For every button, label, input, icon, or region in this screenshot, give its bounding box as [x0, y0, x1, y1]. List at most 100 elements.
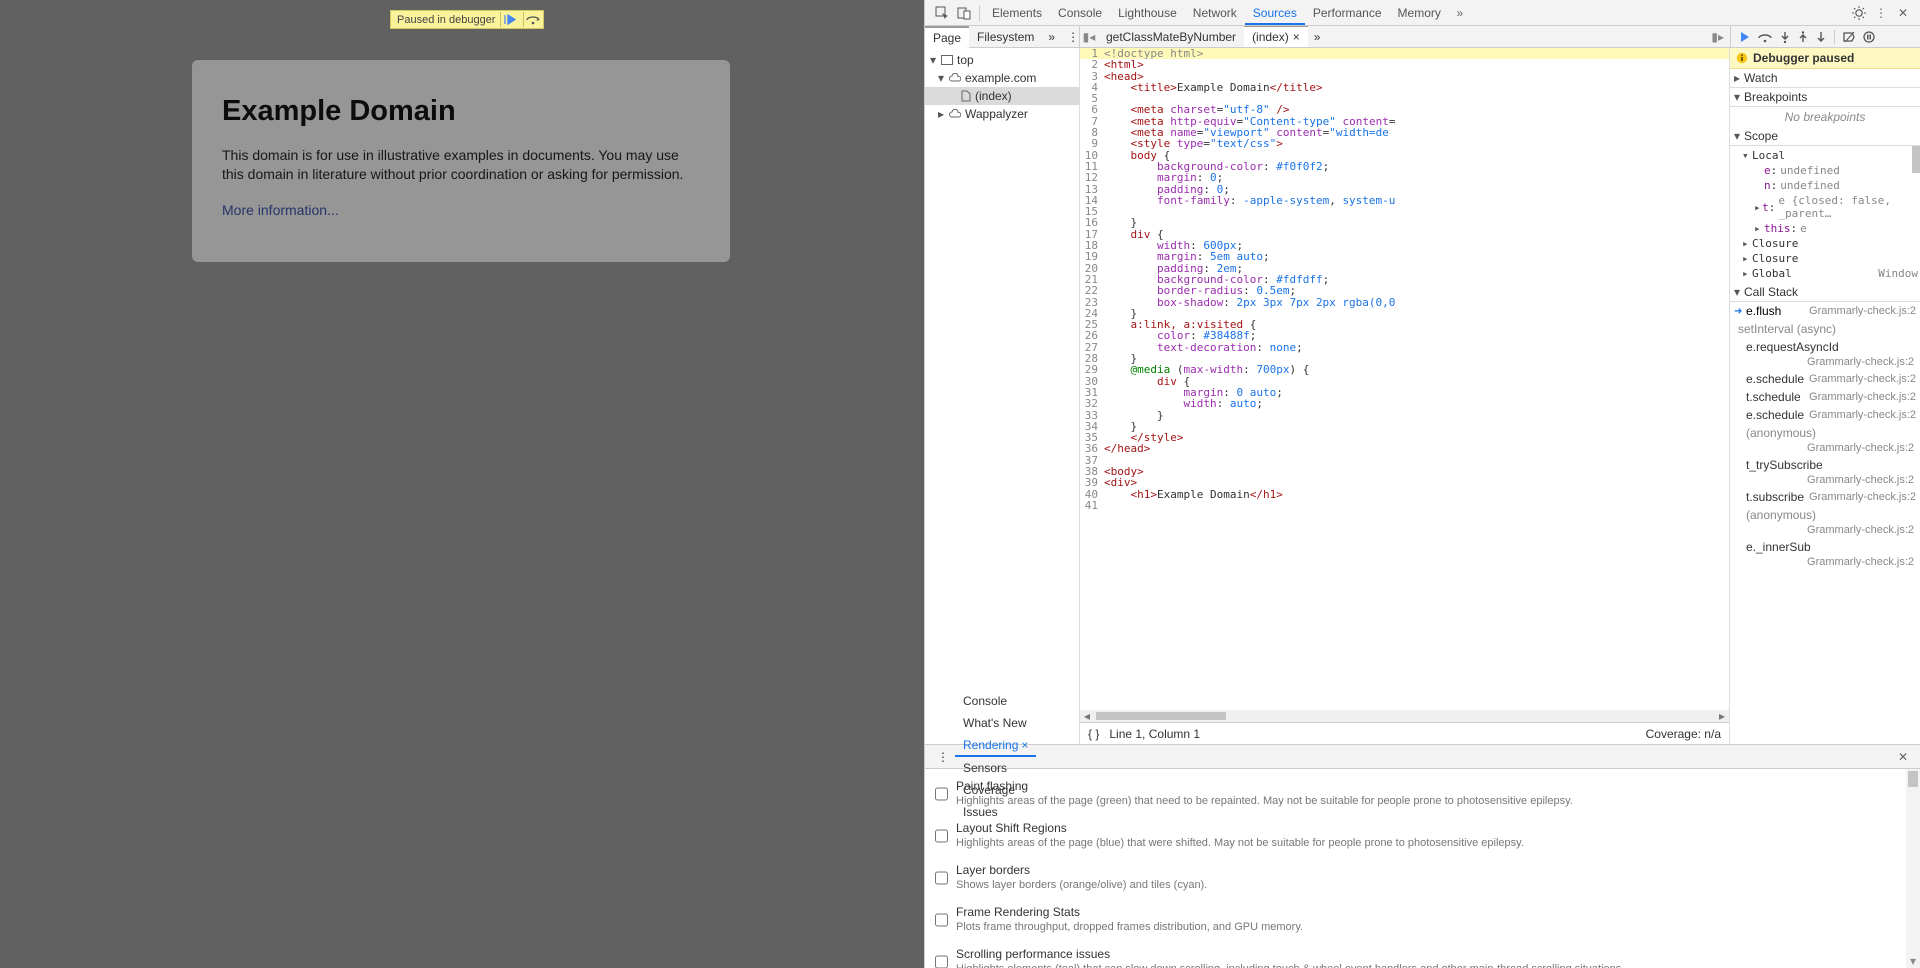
code-line[interactable]: 37 [1080, 455, 1729, 466]
callstack-section[interactable]: Call Stack [1730, 283, 1920, 302]
tree-top[interactable]: ▾top [925, 51, 1079, 69]
pretty-print-icon[interactable]: { } [1088, 727, 1099, 741]
device-toggle-icon[interactable] [953, 6, 975, 20]
navigator-tab-filesystem[interactable]: Filesystem [969, 27, 1042, 47]
paused-label: Paused in debugger [397, 14, 495, 26]
pause-on-exceptions-icon[interactable] [1863, 31, 1875, 43]
code-line[interactable]: 14 font-family: -apple-system, system-u [1080, 195, 1729, 206]
callstack-frame[interactable]: (anonymous) [1730, 506, 1920, 524]
code-line[interactable]: 36</head> [1080, 443, 1729, 454]
toggle-debugger-icon[interactable]: ▮▸ [1705, 30, 1730, 44]
inspect-icon[interactable] [931, 6, 953, 20]
close-drawer-tab-icon[interactable]: × [1021, 738, 1028, 752]
rendering-option: Layout Shift RegionsHighlights areas of … [935, 817, 1910, 859]
close-tab-icon[interactable]: × [1293, 30, 1300, 44]
open-file-tab-1[interactable]: (index)× [1244, 26, 1308, 47]
watch-section[interactable]: Watch [1730, 69, 1920, 88]
step-over-icon[interactable] [523, 12, 541, 27]
top-tab-performance[interactable]: Performance [1305, 1, 1390, 25]
rendering-option-title: Frame Rendering Stats [956, 905, 1303, 919]
drawer-close-icon[interactable]: ✕ [1892, 750, 1914, 764]
callstack-frame[interactable]: t.subscribeGrammarly-check.js:2 [1730, 488, 1920, 506]
sources-body: ▾top ▾example.com (index) ▸Wappalyzer 1<… [925, 48, 1920, 744]
code-line[interactable]: 33 } [1080, 410, 1729, 421]
scope-closure-1[interactable]: Closure [1742, 236, 1918, 251]
code-line[interactable]: 4 <title>Example Domain</title> [1080, 82, 1729, 93]
kebab-menu-icon[interactable]: ⋮ [1870, 6, 1892, 20]
top-tab-lighthouse[interactable]: Lighthouse [1110, 1, 1185, 25]
rendering-checkbox[interactable] [935, 949, 948, 968]
rendering-checkbox[interactable] [935, 823, 948, 849]
callstack-frame[interactable]: e.scheduleGrammarly-check.js:2 [1730, 370, 1920, 388]
code-line[interactable]: 1<!doctype html> [1080, 48, 1729, 59]
code-line[interactable]: 32 width: auto; [1080, 398, 1729, 409]
callstack-frame[interactable]: e._innerSub [1730, 538, 1920, 556]
top-tab-console[interactable]: Console [1050, 1, 1110, 25]
drawer-tab-rendering[interactable]: Rendering× [955, 734, 1036, 757]
callstack-frame[interactable]: e.requestAsyncId [1730, 338, 1920, 356]
code-scroll[interactable]: 1<!doctype html>2<html>3<head>4 <title>E… [1080, 48, 1729, 710]
scope-local[interactable]: ▾Local [1742, 148, 1918, 163]
scope-var[interactable]: t: e {closed: false, _parent… [1754, 193, 1918, 221]
code-line[interactable]: 9 <style type="text/css"> [1080, 138, 1729, 149]
callstack-frame[interactable]: (anonymous) [1730, 424, 1920, 442]
rendering-checkbox[interactable] [935, 865, 948, 891]
code-line[interactable]: 2<html> [1080, 59, 1729, 70]
step-over-button-icon[interactable] [1758, 31, 1772, 43]
resume-icon[interactable] [500, 12, 518, 27]
rendering-checkbox[interactable] [935, 781, 948, 807]
callstack-frame[interactable]: t_trySubscribe [1730, 456, 1920, 474]
code-horizontal-scrollbar[interactable]: ◂▸ [1080, 710, 1729, 722]
rendering-option-desc: Plots frame throughput, dropped frames d… [956, 921, 1303, 933]
scope-var[interactable]: this: e [1754, 221, 1918, 236]
callstack-frame[interactable]: e.scheduleGrammarly-check.js:2 [1730, 406, 1920, 424]
code-status-bar: { } Line 1, Column 1 Coverage: n/a [1080, 722, 1729, 744]
open-file-more-icon[interactable]: » [1308, 30, 1327, 44]
callstack-frame[interactable]: ➜e.flushGrammarly-check.js:2 [1730, 302, 1920, 320]
settings-icon[interactable] [1848, 6, 1870, 20]
cloud-icon [949, 109, 961, 119]
deactivate-breakpoints-icon[interactable] [1843, 31, 1855, 43]
scope-section[interactable]: Scope [1730, 127, 1920, 146]
step-out-icon[interactable] [1798, 31, 1808, 43]
drawer-tab-what-s-new[interactable]: What's New [955, 712, 1036, 734]
scope-var[interactable]: e: undefined [1754, 163, 1918, 178]
code-line[interactable]: 29 @media (max-width: 700px) { [1080, 364, 1729, 375]
code-line[interactable]: 41 [1080, 500, 1729, 511]
code-line[interactable]: 23 box-shadow: 2px 3px 7px 2px rgba(0,0 [1080, 297, 1729, 308]
page-more-link[interactable]: More information... [222, 202, 339, 218]
drawer-vertical-scrollbar[interactable]: ▴▾ [1906, 769, 1920, 968]
code-line[interactable]: 38<body> [1080, 466, 1729, 477]
debugger-sidebar: Debugger paused Watch Breakpoints No bre… [1730, 48, 1920, 744]
close-devtools-icon[interactable]: ✕ [1892, 6, 1914, 20]
toggle-navigator-icon[interactable]: ▮◂ [1080, 30, 1098, 44]
open-file-tab-0[interactable]: getClassMateByNumber [1098, 27, 1244, 47]
rendering-checkbox[interactable] [935, 907, 948, 933]
drawer-tab-console[interactable]: Console [955, 690, 1036, 712]
resume-button-icon[interactable] [1737, 31, 1750, 43]
code-line[interactable]: 15 [1080, 206, 1729, 217]
more-tabs-icon[interactable]: » [1449, 6, 1471, 20]
code-line[interactable]: 40 <h1>Example Domain</h1> [1080, 489, 1729, 500]
scope-closure-2[interactable]: Closure [1742, 251, 1918, 266]
top-tab-sources[interactable]: Sources [1245, 1, 1305, 25]
step-icon[interactable] [1816, 31, 1826, 43]
top-tab-network[interactable]: Network [1185, 1, 1245, 25]
code-line[interactable]: 39<div> [1080, 477, 1729, 488]
navigator-more-icon[interactable]: » [1042, 30, 1061, 44]
code-line[interactable]: 27 text-decoration: none; [1080, 342, 1729, 353]
navigator-tab-page[interactable]: Page [925, 26, 969, 48]
code-line[interactable]: 16 } [1080, 217, 1729, 228]
top-tab-elements[interactable]: Elements [984, 1, 1050, 25]
tree-file-index[interactable]: (index) [925, 87, 1079, 105]
top-tab-memory[interactable]: Memory [1390, 1, 1449, 25]
scope-var[interactable]: n: undefined [1754, 178, 1918, 193]
breakpoints-section[interactable]: Breakpoints [1730, 88, 1920, 107]
callstack-frame[interactable]: t.scheduleGrammarly-check.js:2 [1730, 388, 1920, 406]
step-into-icon[interactable] [1780, 31, 1790, 43]
tree-domain[interactable]: ▾example.com [925, 69, 1079, 87]
scope-global[interactable]: GlobalWindow [1742, 266, 1918, 281]
tree-wappalyzer[interactable]: ▸Wappalyzer [925, 105, 1079, 123]
code-line[interactable]: 35 </style> [1080, 432, 1729, 443]
drawer-menu-icon[interactable]: ⋮ [931, 750, 955, 764]
